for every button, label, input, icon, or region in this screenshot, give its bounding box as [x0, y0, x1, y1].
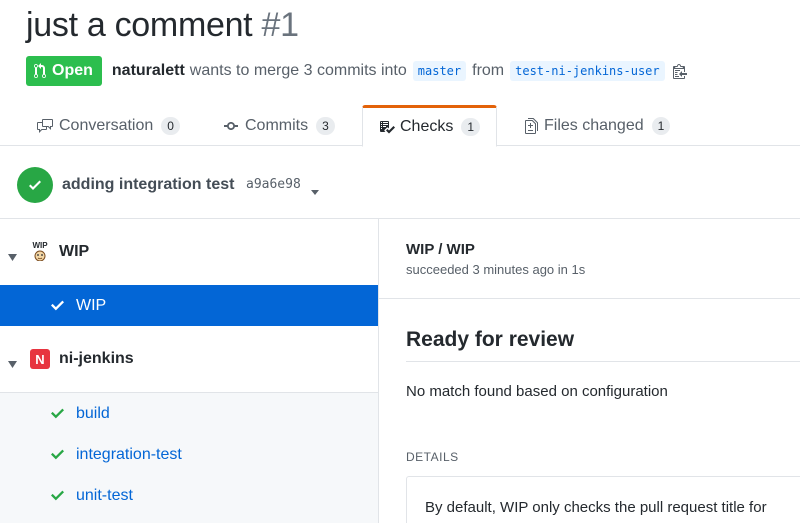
- check-result-title: Ready for review: [406, 328, 575, 351]
- check-icon: [51, 299, 64, 317]
- check-summary: No match found based on configuration: [406, 383, 668, 400]
- check-run-wip[interactable]: WIP: [0, 285, 378, 326]
- pr-state-label: Open: [52, 62, 93, 79]
- check-suite-wip[interactable]: WIP WIP: [0, 219, 378, 285]
- commit-bar: adding integration test a9a6e98: [0, 146, 800, 219]
- tab-commits-count: 3: [316, 116, 335, 135]
- check-run-name: unit-test: [76, 486, 133, 504]
- pr-number: #1: [261, 6, 300, 44]
- comment-discussion-icon: [36, 118, 54, 134]
- jenkins-app-logo-text: N: [35, 351, 45, 367]
- commit-sha-selector[interactable]: a9a6e98: [246, 177, 301, 192]
- check-run-name: integration-test: [76, 445, 182, 463]
- pr-state-badge: Open: [26, 56, 102, 86]
- check-icon: [51, 489, 64, 507]
- tab-checks-label: Checks: [400, 118, 454, 135]
- check-suite-name: WIP: [59, 243, 90, 260]
- tab-files-changed-label: Files changed: [544, 116, 644, 134]
- file-diff-icon: [524, 117, 539, 134]
- chevron-down-icon[interactable]: [311, 182, 319, 200]
- triangle-down-icon[interactable]: [8, 248, 17, 266]
- copy-branch-button[interactable]: [672, 63, 687, 79]
- details-text: By default, WIP only checks the pull req…: [425, 499, 767, 516]
- wip-app-logo-icon: WIP: [30, 241, 50, 261]
- details-heading: DETAILS: [406, 450, 459, 464]
- base-branch[interactable]: master: [412, 61, 467, 81]
- check-run-build[interactable]: build: [0, 393, 378, 434]
- pr-title-text: just a comment: [26, 6, 253, 44]
- tab-checks-count: 1: [461, 118, 481, 136]
- check-run-name: build: [76, 404, 110, 422]
- pr-title: just a comment #1: [26, 6, 299, 45]
- pr-from-text: from: [472, 62, 505, 79]
- tab-files-changed-count: 1: [651, 116, 671, 135]
- pr-merge-text: wants to merge 3 commits into: [189, 62, 407, 79]
- check-icon: [51, 448, 64, 466]
- clipboard-icon: [672, 64, 687, 79]
- check-detail-panel: WIP / WIP succeeded 3 minutes ago in 1s …: [379, 219, 800, 523]
- check-run-name: WIP: [76, 296, 107, 314]
- check-icon: [51, 407, 64, 425]
- tab-checks[interactable]: Checks 1: [362, 105, 498, 147]
- check-run-unit-test[interactable]: unit-test: [0, 475, 378, 516]
- tab-commits-label: Commits: [245, 116, 309, 134]
- tab-files-changed[interactable]: Files changed 1: [524, 105, 671, 146]
- git-pull-request-icon: [34, 63, 46, 79]
- checks-sidebar: WIP WIP WIP N ni-jenkins build integrati…: [0, 219, 379, 523]
- checklist-icon: [379, 119, 395, 135]
- check-run-title: WIP / WIP: [406, 241, 475, 258]
- success-check-icon: [17, 167, 53, 203]
- tab-conversation[interactable]: Conversation 0: [36, 105, 180, 146]
- tab-conversation-label: Conversation: [59, 116, 154, 134]
- head-branch[interactable]: test-ni-jenkins-user: [510, 61, 665, 81]
- check-suite-name: ni-jenkins: [59, 350, 134, 367]
- check-run-status: succeeded 3 minutes ago in 1s: [406, 262, 586, 277]
- wip-app-logo-text: WIP: [32, 241, 48, 250]
- triangle-down-icon[interactable]: [8, 355, 17, 373]
- pr-tabs: Conversation 0 Commits 3 Checks 1 Files …: [0, 105, 800, 147]
- jenkins-app-logo-icon: N: [30, 349, 50, 369]
- pr-meta: Open naturalett wants to merge 3 commits…: [26, 56, 687, 86]
- divider: [379, 298, 800, 299]
- divider: [406, 361, 800, 362]
- check-run-integration-test[interactable]: integration-test: [0, 434, 378, 475]
- tab-commits[interactable]: Commits 3: [224, 105, 335, 146]
- commit-message: adding integration test: [62, 176, 235, 193]
- git-commit-icon: [224, 118, 240, 134]
- pr-author-link[interactable]: naturalett: [112, 62, 185, 80]
- details-box: By default, WIP only checks the pull req…: [406, 476, 800, 523]
- tab-conversation-count: 0: [161, 116, 180, 135]
- check-suite-ni-jenkins[interactable]: N ni-jenkins: [0, 326, 378, 392]
